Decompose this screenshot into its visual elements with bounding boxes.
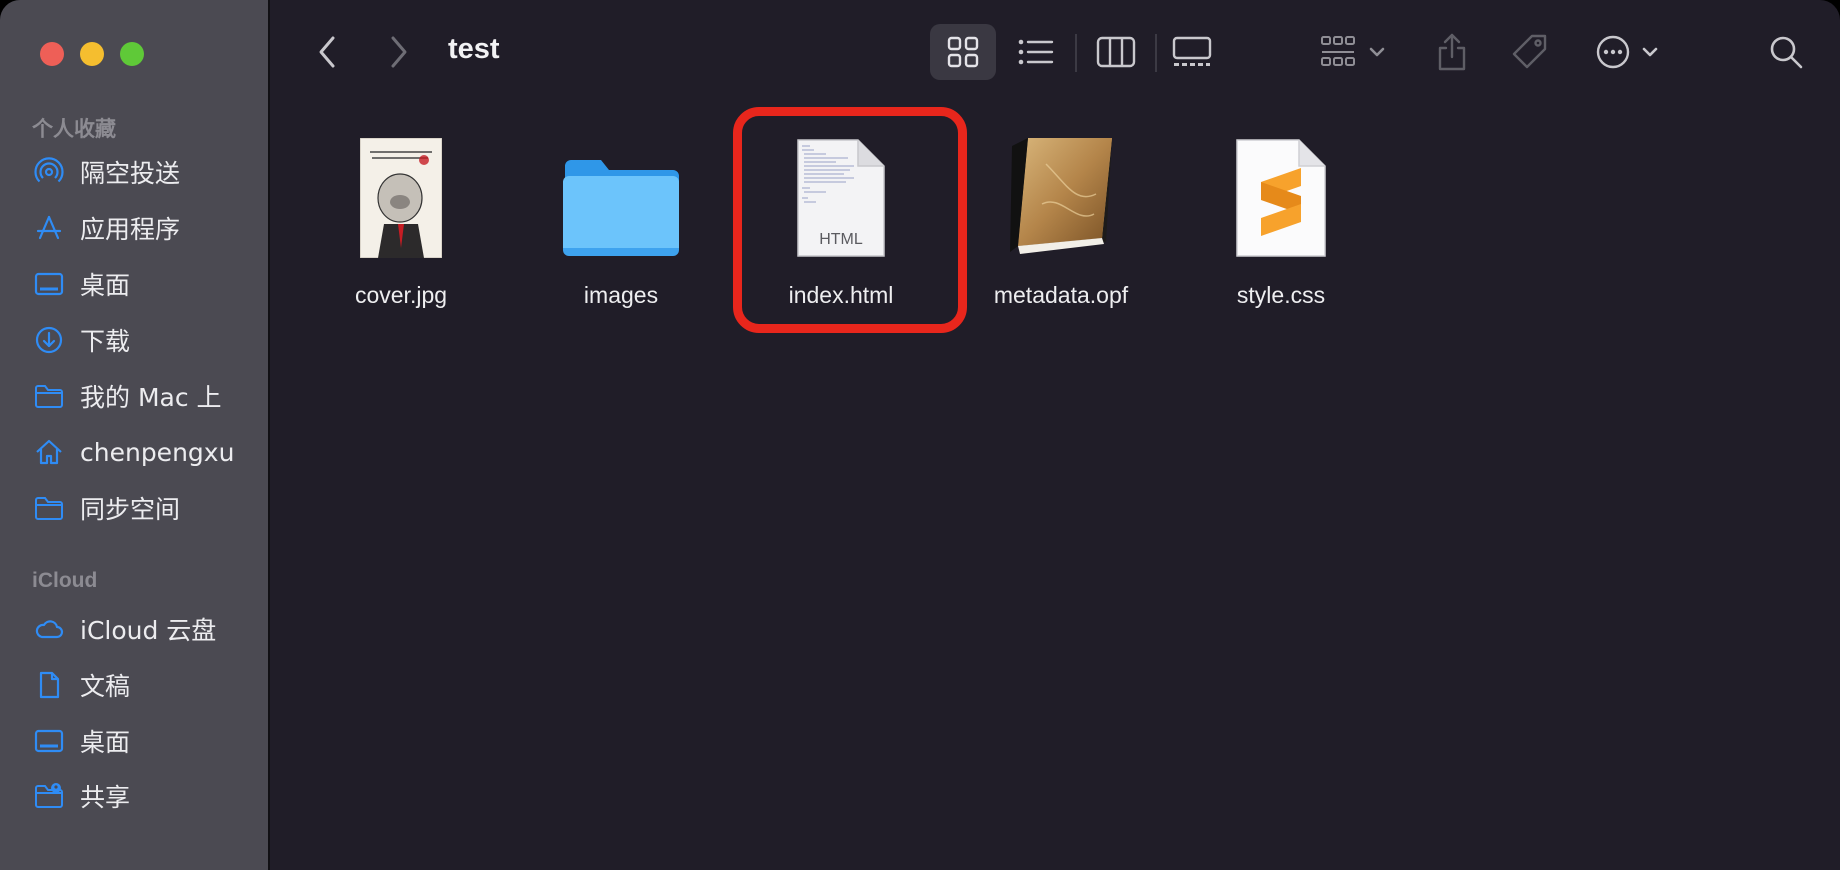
cloud-icon: [34, 614, 68, 644]
file-item-metadata-opf[interactable]: metadata.opf: [961, 128, 1161, 318]
sidebar-item-label: 应用程序: [80, 215, 181, 244]
toolbar-separator: [1155, 34, 1157, 72]
file-name: cover.jpg: [354, 282, 448, 308]
sidebar-item-label: 桌面: [80, 271, 131, 300]
sidebar-item-label: 隔空投送: [80, 159, 181, 188]
sidebar-item-label: chenpengxu: [80, 437, 235, 467]
search-icon: [1770, 36, 1803, 69]
gallery-view-icon: [1172, 36, 1212, 66]
file-item-style-css[interactable]: style.css: [1181, 128, 1381, 318]
file-name: metadata.opf: [993, 282, 1129, 308]
sidebar-item-desktop[interactable]: 桌面: [34, 264, 264, 304]
finder-window: 个人收藏 隔空投送 应用程序 桌面 下载 我的 Mac 上 chenpengxu…: [0, 0, 1840, 870]
downloads-icon: [34, 325, 68, 355]
more-icon: [1596, 35, 1658, 69]
sidebar-item-label: iCloud 云盘: [80, 616, 217, 645]
sidebar: 个人收藏 隔空投送 应用程序 桌面 下载 我的 Mac 上 chenpengxu…: [0, 0, 270, 870]
minimize-window-button[interactable]: [80, 42, 104, 66]
toolbar-separator: [1075, 34, 1077, 72]
sidebar-item-icloud-drive[interactable]: iCloud 云盘: [34, 609, 264, 649]
close-window-button[interactable]: [40, 42, 64, 66]
sublime-text-icon: [1211, 128, 1351, 258]
sidebar-item-label: 下载: [80, 327, 131, 356]
sidebar-item-label: 共享: [80, 783, 131, 812]
file-name: index.html: [788, 282, 894, 308]
applications-icon: [34, 213, 68, 243]
sidebar-item-sync-space[interactable]: 同步空间: [34, 488, 264, 528]
window-title: test: [448, 33, 500, 65]
group-button[interactable]: [1318, 30, 1394, 74]
icon-view-icon: [947, 36, 979, 68]
list-view-icon: [1018, 39, 1054, 65]
column-view-icon: [1096, 36, 1136, 68]
shared-folder-icon: [34, 781, 68, 811]
group-icon: [1321, 36, 1385, 66]
folder-icon: [34, 493, 68, 523]
file-item-images[interactable]: images: [521, 128, 721, 318]
back-icon: [319, 36, 335, 68]
search-button[interactable]: [1766, 32, 1806, 72]
forward-icon: [391, 36, 407, 68]
sidebar-item-icloud-desktop[interactable]: 桌面: [34, 721, 264, 761]
column-view-button[interactable]: [1094, 30, 1138, 74]
html-file-icon: HTML: [771, 128, 911, 258]
home-icon: [34, 437, 68, 467]
back-button[interactable]: [310, 32, 344, 72]
file-name: images: [583, 282, 659, 308]
image-thumbnail-icon: [331, 128, 471, 258]
folder-icon: [551, 128, 691, 258]
document-icon: [34, 670, 68, 700]
share-icon: [1438, 33, 1466, 71]
airdrop-icon: [34, 157, 68, 187]
sidebar-item-downloads[interactable]: 下载: [34, 320, 264, 360]
sidebar-item-label: 文稿: [80, 672, 131, 701]
sidebar-section-icloud: iCloud: [32, 569, 98, 592]
sidebar-item-airdrop[interactable]: 隔空投送: [34, 152, 264, 192]
sidebar-item-applications[interactable]: 应用程序: [34, 208, 264, 248]
sidebar-item-label: 同步空间: [80, 495, 181, 524]
gallery-view-button[interactable]: [1170, 30, 1214, 74]
sidebar-item-on-my-mac[interactable]: 我的 Mac 上: [34, 376, 264, 416]
folder-icon: [34, 381, 68, 411]
forward-button[interactable]: [382, 32, 416, 72]
tag-icon: [1512, 34, 1547, 69]
html-badge-text: HTML: [819, 231, 863, 248]
file-name: style.css: [1236, 282, 1326, 308]
sidebar-item-shared[interactable]: 共享: [34, 776, 264, 816]
more-actions-button[interactable]: [1594, 30, 1674, 74]
ebook-icon: [991, 128, 1131, 258]
zoom-window-button[interactable]: [120, 42, 144, 66]
tag-button[interactable]: [1508, 28, 1552, 76]
file-item-cover[interactable]: cover.jpg: [301, 128, 501, 318]
sidebar-item-documents[interactable]: 文稿: [34, 665, 264, 705]
sidebar-item-label: 桌面: [80, 728, 131, 757]
list-view-button[interactable]: [1016, 30, 1056, 74]
file-item-index-html[interactable]: HTML index.html: [741, 128, 941, 318]
sidebar-item-home[interactable]: chenpengxu: [34, 432, 264, 472]
share-button[interactable]: [1432, 28, 1472, 76]
sidebar-section-favorites: 个人收藏: [32, 118, 116, 141]
sidebar-item-label: 我的 Mac 上: [80, 383, 222, 412]
desktop-icon: [34, 269, 68, 299]
icon-view-button[interactable]: [930, 24, 996, 80]
desktop-icon: [34, 726, 68, 756]
